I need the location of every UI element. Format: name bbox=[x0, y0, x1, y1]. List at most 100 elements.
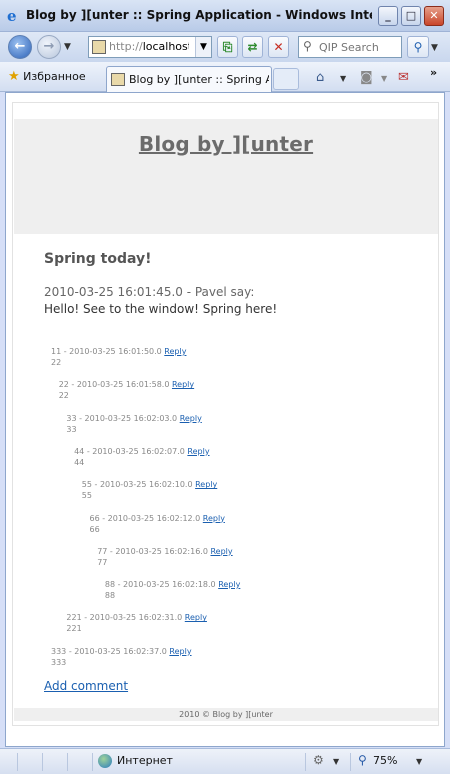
comment-header: 66 - 2010-03-25 16:02:12.0 bbox=[89, 513, 201, 523]
favorites-bar: ★ Избранное Blog by ][unter :: Spring A.… bbox=[0, 62, 450, 92]
comment-text: 55 bbox=[81, 491, 92, 501]
comment-header: 11 - 2010-03-25 16:01:50.0 bbox=[51, 347, 162, 356]
comment-reply-link[interactable]: Reply bbox=[210, 547, 232, 556]
comment-reply-link[interactable]: Reply bbox=[187, 447, 209, 456]
home-icon[interactable]: ⌂ bbox=[316, 70, 324, 85]
comment-header: 55 - 2010-03-25 16:02:10.0 bbox=[81, 480, 193, 490]
post-title: Spring today! bbox=[44, 251, 152, 267]
comment-header: 221 - 2010-03-25 16:02:31.0 bbox=[66, 613, 183, 623]
search-button[interactable]: ⚲ bbox=[407, 36, 429, 58]
comment-item: 333 - 2010-03-25 16:02:37.0 Reply 333 bbox=[51, 646, 192, 668]
comment-text: 33 bbox=[66, 424, 77, 434]
address-bar[interactable]: http://localhost:8 ▼ bbox=[88, 36, 212, 58]
search-icon: ⚲ bbox=[413, 40, 423, 54]
forward-arrow-icon: → bbox=[43, 39, 55, 54]
comment-header: 33 - 2010-03-25 16:02:03.0 bbox=[66, 413, 178, 423]
comment-item: 55 - 2010-03-25 16:02:10.0 Reply 55 bbox=[82, 479, 217, 501]
comment-item: 77 - 2010-03-25 16:02:16.0 Reply 77 bbox=[97, 546, 232, 568]
recent-pages-dropdown[interactable]: ▼ bbox=[64, 42, 71, 52]
close-button[interactable]: ✕ bbox=[424, 6, 444, 26]
blog-title-link[interactable]: Blog by ][unter bbox=[14, 132, 438, 156]
page-favicon-icon bbox=[92, 40, 106, 54]
status-bar: Интернет ⚙ ▼ ⚲ 75% ▼ bbox=[0, 748, 450, 774]
comment-header: 22 - 2010-03-25 16:01:58.0 bbox=[58, 380, 170, 390]
comment-reply-link[interactable]: Reply bbox=[172, 380, 194, 389]
comment-text: 66 bbox=[89, 524, 100, 534]
zoom-magnifier-icon[interactable]: ⚲ bbox=[358, 753, 367, 767]
tab-label: Blog by ][unter :: Spring A... bbox=[129, 73, 269, 86]
comment-item: 11 - 2010-03-25 16:01:50.0 Reply 22 bbox=[51, 346, 186, 368]
comment-text: 44 bbox=[74, 457, 85, 467]
comment-text: 88 bbox=[104, 591, 116, 601]
address-dropdown-button[interactable]: ▼ bbox=[195, 37, 211, 57]
search-options-dropdown[interactable]: ▼ bbox=[431, 43, 438, 53]
home-dropdown[interactable]: ▼ bbox=[340, 74, 346, 83]
stop-button[interactable]: ✕ bbox=[268, 36, 289, 58]
close-icon: ✕ bbox=[429, 9, 439, 22]
feeds-icon[interactable]: ◙ bbox=[360, 70, 373, 85]
back-arrow-icon: ← bbox=[14, 39, 26, 54]
comment-reply-link[interactable]: Reply bbox=[180, 414, 202, 423]
favorites-button[interactable]: ★ Избранное bbox=[8, 69, 86, 84]
favorites-star-icon: ★ bbox=[8, 69, 20, 84]
stop-icon: ✕ bbox=[273, 40, 284, 54]
tab-favicon-icon bbox=[111, 73, 125, 86]
comment-reply-link[interactable]: Reply bbox=[164, 347, 186, 356]
comment-reply-link[interactable]: Reply bbox=[169, 647, 191, 656]
refresh-button[interactable]: ⇄ bbox=[242, 36, 263, 58]
comment-text: 221 bbox=[66, 624, 82, 634]
back-button[interactable]: ← bbox=[8, 35, 32, 59]
comment-header: 88 - 2010-03-25 16:02:18.0 bbox=[104, 580, 216, 590]
blog-header: Blog by ][unter bbox=[14, 119, 438, 234]
title-bar: e Blog by ][unter :: Spring Application … bbox=[0, 0, 450, 32]
comment-header: 77 - 2010-03-25 16:02:16.0 bbox=[97, 546, 208, 556]
page-footer: 2010 © Blog by ][unter bbox=[14, 708, 438, 721]
new-tab-button[interactable] bbox=[273, 68, 299, 90]
maximize-button[interactable]: □ bbox=[401, 6, 421, 26]
status-divider bbox=[67, 753, 68, 771]
mail-icon[interactable]: ✉ bbox=[398, 70, 409, 85]
comment-text: 333 bbox=[51, 657, 67, 667]
address-host: localhost:8 bbox=[142, 40, 189, 53]
tab-blog[interactable]: Blog by ][unter :: Spring A... bbox=[106, 66, 272, 92]
comment-reply-link[interactable]: Reply bbox=[203, 514, 225, 523]
internet-zone-globe-icon bbox=[98, 754, 112, 768]
internet-explorer-icon: e bbox=[7, 7, 17, 25]
comment-item: 33 - 2010-03-25 16:02:03.0 Reply 33 bbox=[66, 413, 201, 435]
address-prefix: http:// bbox=[109, 40, 143, 53]
comment-header: 333 - 2010-03-25 16:02:37.0 bbox=[51, 646, 167, 656]
status-divider bbox=[350, 753, 351, 771]
compatibility-view-button[interactable]: ⎘ bbox=[217, 36, 238, 58]
comment-item: 22 - 2010-03-25 16:01:58.0 Reply 22 bbox=[59, 379, 194, 401]
comment-header: 44 - 2010-03-25 16:02:07.0 bbox=[74, 446, 185, 456]
favorites-label: Избранное bbox=[23, 70, 86, 83]
more-commands-chevron-icon[interactable]: » bbox=[430, 66, 437, 79]
comment-item: 88 - 2010-03-25 16:02:18.0 Reply 88 bbox=[105, 579, 240, 601]
zoom-level[interactable]: 75% bbox=[373, 754, 397, 767]
comment-reply-link[interactable]: Reply bbox=[218, 580, 240, 589]
maximize-icon: □ bbox=[405, 9, 417, 22]
comment-reply-link[interactable]: Reply bbox=[185, 613, 207, 622]
search-input[interactable] bbox=[319, 39, 399, 55]
add-comment-link[interactable]: Add comment bbox=[44, 679, 128, 693]
search-box[interactable]: ⚲ bbox=[298, 36, 402, 58]
zoom-dropdown[interactable]: ▼ bbox=[416, 757, 422, 766]
refresh-icon: ⇄ bbox=[247, 40, 258, 54]
forward-button[interactable]: → bbox=[37, 35, 61, 59]
address-url[interactable]: http://localhost:8 bbox=[109, 40, 189, 53]
post-body: Hello! See to the window! Spring here! bbox=[44, 302, 278, 316]
search-engine-icon: ⚲ bbox=[303, 39, 312, 53]
navigation-bar: ← → ▼ http://localhost:8 ▼ ⎘ ⇄ ✕ ⚲ ⚲ ▼ bbox=[0, 32, 450, 62]
minimize-button[interactable]: _ bbox=[378, 6, 398, 26]
status-divider bbox=[305, 753, 306, 771]
post-meta: 2010-03-25 16:01:45.0 - Pavel say: bbox=[44, 285, 255, 299]
protected-mode-dropdown[interactable]: ▼ bbox=[333, 757, 339, 766]
comment-text: 22 bbox=[58, 391, 69, 401]
comment-text: 77 bbox=[97, 557, 108, 567]
blog-post: Spring today! 2010-03-25 16:01:45.0 - Pa… bbox=[44, 251, 277, 316]
minimize-icon: _ bbox=[385, 9, 391, 22]
protected-mode-icon[interactable]: ⚙ bbox=[313, 753, 324, 767]
feeds-dropdown[interactable]: ▼ bbox=[381, 74, 387, 83]
comment-reply-link[interactable]: Reply bbox=[195, 480, 217, 489]
status-divider bbox=[17, 753, 18, 771]
